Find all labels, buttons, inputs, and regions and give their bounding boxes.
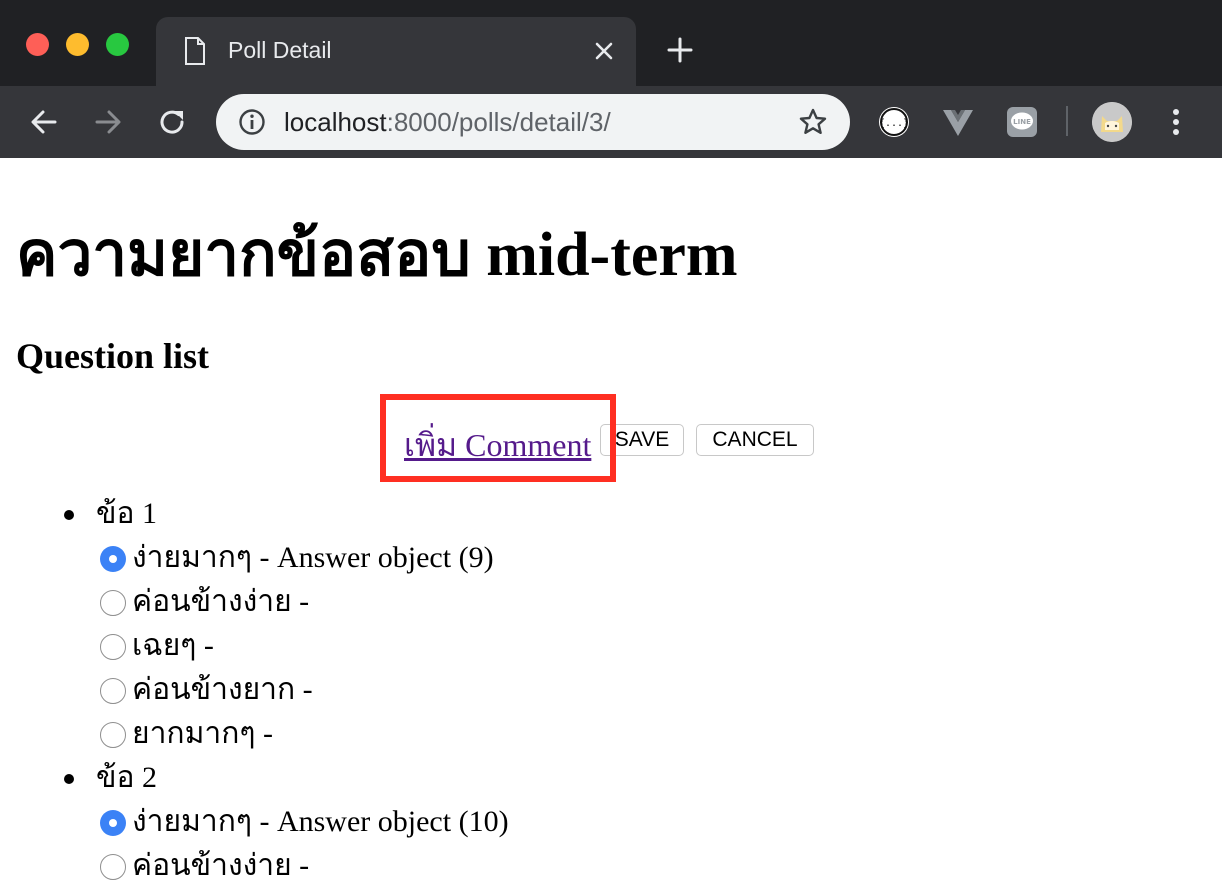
toolbar-divider: [1066, 106, 1068, 136]
browser-toolbar: localhost:8000/polls/detail/3/ {...} LIN…: [0, 86, 1222, 158]
choice-label: ง่ายมากๆ - Answer object (10): [132, 805, 509, 838]
choice-label: ค่อนข้างง่าย -: [132, 585, 310, 618]
choice-option: ค่อนข้างยาก -: [100, 672, 900, 708]
cat-avatar-icon: [1092, 102, 1132, 142]
close-window-button[interactable]: [26, 33, 49, 56]
url-path: :8000/polls/detail/3/: [386, 107, 611, 137]
new-tab-icon[interactable]: [666, 36, 694, 64]
choice-radio[interactable]: [100, 854, 126, 880]
line-extension-icon[interactable]: LINE: [1006, 106, 1038, 138]
choice-radio[interactable]: [100, 722, 126, 748]
bullet: [64, 774, 74, 784]
close-tab-icon[interactable]: [592, 39, 616, 63]
choice-radio[interactable]: [100, 546, 126, 572]
url-host: localhost: [284, 107, 387, 137]
choice-option: ง่ายมากๆ - Answer object (10): [100, 804, 900, 840]
choice-radio[interactable]: [100, 590, 126, 616]
cancel-button[interactable]: CANCEL: [696, 424, 814, 456]
choice-radio[interactable]: [100, 634, 126, 660]
avatar[interactable]: [1092, 102, 1132, 142]
choice-option: เฉยๆ -: [100, 628, 900, 664]
info-icon[interactable]: [238, 108, 266, 136]
reload-icon[interactable]: [156, 106, 188, 138]
bullet: [64, 510, 74, 520]
page-icon: [185, 37, 205, 65]
choice-option: ยากมากๆ -: [100, 716, 900, 752]
choice-label: ยากมากๆ -: [132, 717, 273, 750]
browser-chrome: Poll Detail localhost:8000/polls/detail/…: [0, 0, 1222, 158]
choice-label: ค่อนข้างง่าย -: [132, 849, 310, 882]
page-title: ความยากข้อสอบ mid-term: [16, 221, 738, 289]
page-content: ความยากข้อสอบ mid-term Question list เพิ…: [0, 158, 1222, 882]
choice-label: ง่ายมากๆ - Answer object (9): [132, 541, 494, 574]
star-icon[interactable]: [798, 107, 828, 137]
question-label: ข้อ 1: [96, 497, 158, 530]
svg-text:{...}: {...}: [879, 118, 909, 129]
svg-text:LINE: LINE: [1013, 118, 1031, 126]
url-text[interactable]: localhost:8000/polls/detail/3/: [284, 107, 611, 138]
tab-poll-detail[interactable]: Poll Detail: [156, 17, 636, 86]
choice-option: ค่อนข้างง่าย -: [100, 584, 900, 620]
add-comment-link[interactable]: เพิ่ม Comment: [404, 420, 591, 471]
back-icon[interactable]: [28, 106, 60, 138]
choice-option: ง่ายมากๆ - Answer object (9): [100, 540, 900, 576]
choice-label: เฉยๆ -: [132, 629, 214, 662]
zoom-window-button[interactable]: [106, 33, 129, 56]
tab-title: Poll Detail: [228, 37, 332, 63]
save-button[interactable]: SAVE: [600, 424, 684, 456]
menu-icon[interactable]: [1162, 106, 1190, 138]
question-label: ข้อ 2: [96, 761, 158, 794]
choice-label: ค่อนข้างยาก -: [132, 673, 313, 706]
choice-radio[interactable]: [100, 678, 126, 704]
forward-icon[interactable]: [92, 106, 124, 138]
question-list-heading: Question list: [16, 336, 210, 376]
choice-option: ค่อนข้างง่าย -: [100, 848, 900, 884]
address-bar[interactable]: localhost:8000/polls/detail/3/: [216, 94, 850, 150]
tab-strip: Poll Detail: [0, 0, 1222, 86]
json-extension-icon[interactable]: {...}: [878, 106, 910, 138]
vue-extension-icon[interactable]: [942, 106, 974, 138]
choice-radio[interactable]: [100, 810, 126, 836]
minimize-window-button[interactable]: [66, 33, 89, 56]
